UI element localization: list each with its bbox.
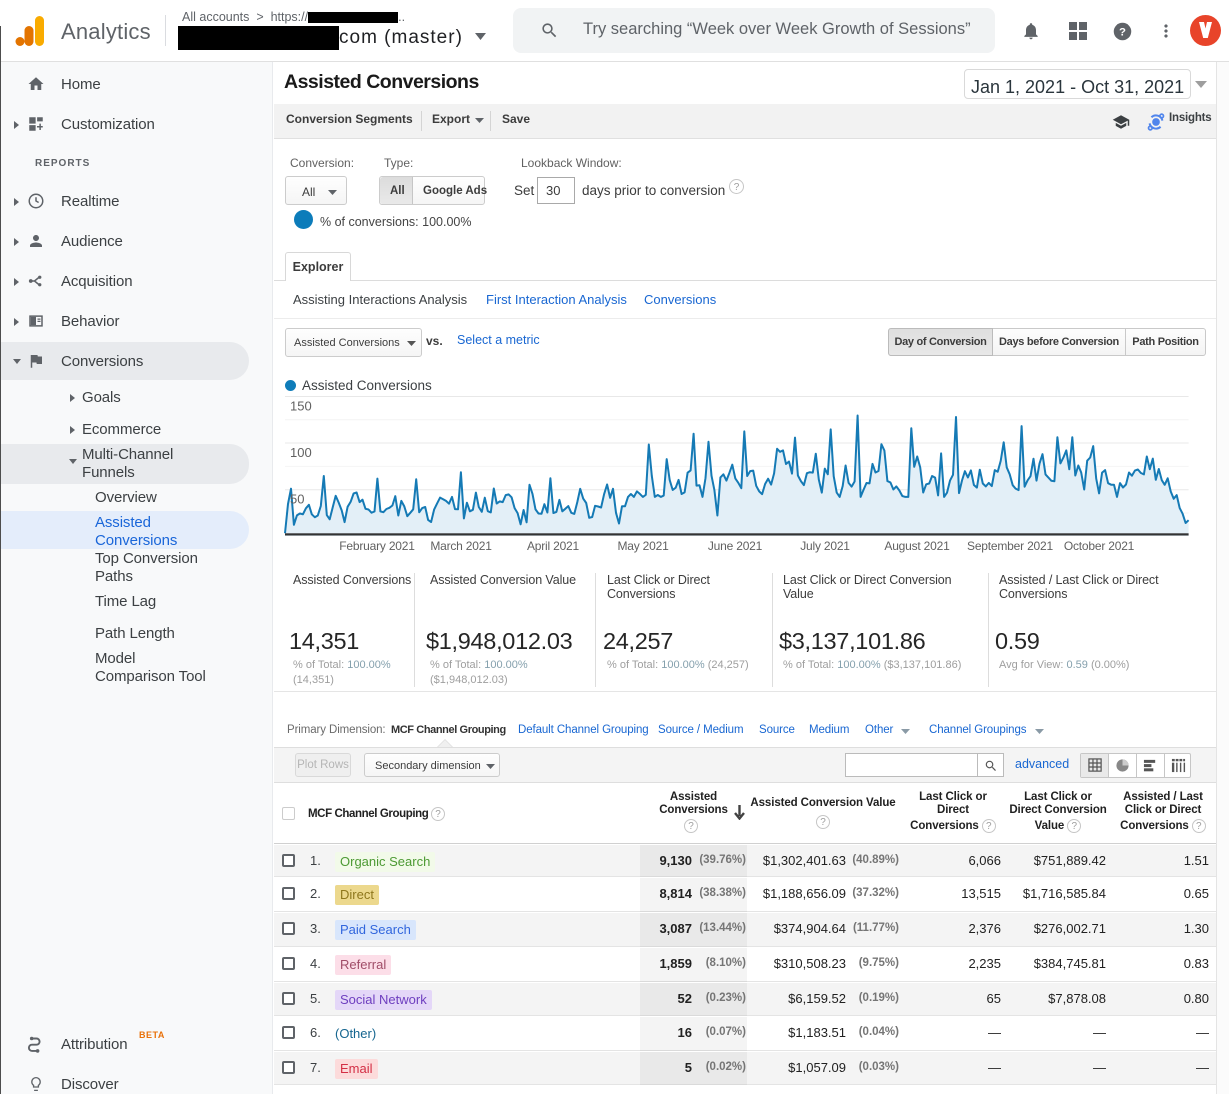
svg-text:September 2021: September 2021 xyxy=(967,539,1053,553)
svg-text:50: 50 xyxy=(290,492,304,507)
svg-text:August 2021: August 2021 xyxy=(884,539,950,553)
svg-text:May 2021: May 2021 xyxy=(617,539,669,553)
svg-text:July 2021: July 2021 xyxy=(800,539,850,553)
svg-text:February 2021: February 2021 xyxy=(339,539,415,553)
svg-text:?: ? xyxy=(1119,26,1126,38)
svg-text:150: 150 xyxy=(290,399,312,414)
svg-text:June 2021: June 2021 xyxy=(708,539,763,553)
svg-text:October 2021: October 2021 xyxy=(1064,539,1135,553)
svg-text:April 2021: April 2021 xyxy=(527,539,580,553)
svg-text:100: 100 xyxy=(290,445,312,460)
svg-text:March 2021: March 2021 xyxy=(430,539,492,553)
